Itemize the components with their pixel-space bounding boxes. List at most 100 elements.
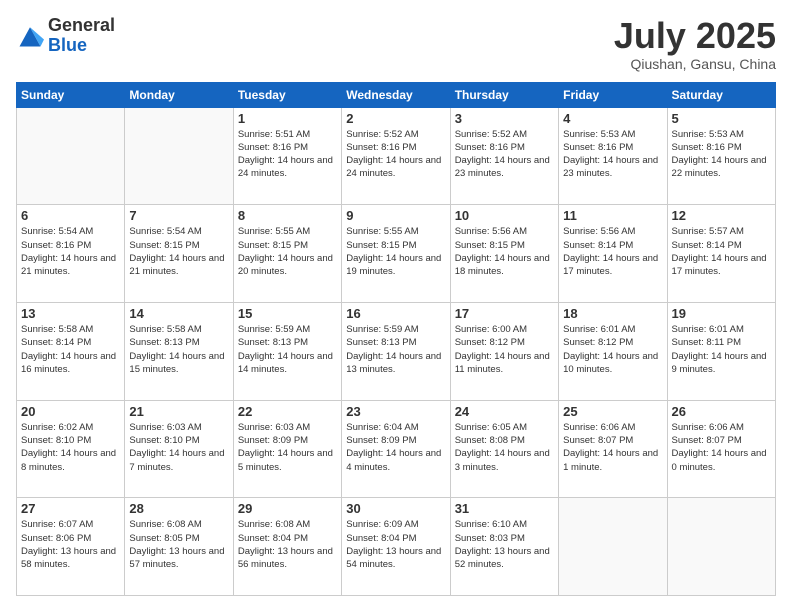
day-info: Sunrise: 6:10 AMSunset: 8:03 PMDaylight:…: [455, 518, 554, 571]
calendar-cell: 7Sunrise: 5:54 AMSunset: 8:15 PMDaylight…: [125, 205, 233, 303]
day-info: Sunrise: 5:59 AMSunset: 8:13 PMDaylight:…: [346, 323, 445, 376]
day-number: 30: [346, 501, 445, 516]
title-block: July 2025 Qiushan, Gansu, China: [614, 16, 776, 72]
day-header-friday: Friday: [559, 82, 667, 107]
day-number: 11: [563, 208, 662, 223]
calendar-page: General Blue July 2025 Qiushan, Gansu, C…: [0, 0, 792, 612]
day-number: 15: [238, 306, 337, 321]
day-info: Sunrise: 5:53 AMSunset: 8:16 PMDaylight:…: [672, 128, 771, 181]
day-number: 25: [563, 404, 662, 419]
logo-text: General Blue: [48, 16, 115, 56]
calendar-cell: 25 Sunrise: 6:06 AMSunset: 8:07 PMDayligh…: [559, 400, 667, 498]
calendar-cell: 19 Sunrise: 6:01 AMSunset: 8:11 PMDayligh…: [667, 302, 775, 400]
day-info: Sunrise: 5:56 AMSunset: 8:14 PMDaylight:…: [563, 225, 662, 278]
day-info: Sunrise: 6:05 AMSunset: 8:08 PMDaylight:…: [455, 421, 554, 474]
day-info: Sunrise: 6:06 AMSunset: 8:07 PMDaylight:…: [563, 421, 662, 474]
day-info: Sunrise: 6:04 AMSunset: 8:09 PMDaylight:…: [346, 421, 445, 474]
header: General Blue July 2025 Qiushan, Gansu, C…: [16, 16, 776, 72]
day-info: Sunrise: 6:07 AMSunset: 8:06 PMDaylight:…: [21, 518, 120, 571]
day-number: 6: [21, 208, 120, 223]
day-info: Sunrise: 5:51 AMSunset: 8:16 PMDaylight:…: [238, 128, 337, 181]
calendar-cell: 31 Sunrise: 6:10 AMSunset: 8:03 PMDayligh…: [450, 498, 558, 596]
day-info: Sunrise: 5:54 AMSunset: 8:15 PMDaylight:…: [129, 225, 228, 278]
day-number: 22: [238, 404, 337, 419]
day-header-tuesday: Tuesday: [233, 82, 341, 107]
calendar-cell: 10 Sunrise: 5:56 AMSunset: 8:15 PMDayligh…: [450, 205, 558, 303]
day-info: Sunrise: 6:00 AMSunset: 8:12 PMDaylight:…: [455, 323, 554, 376]
day-info: Sunrise: 6:08 AMSunset: 8:05 PMDaylight:…: [129, 518, 228, 571]
day-info: Sunrise: 6:02 AMSunset: 8:10 PMDaylight:…: [21, 421, 120, 474]
day-number: 1: [238, 111, 337, 126]
calendar-week-1: 1 Sunrise: 5:51 AMSunset: 8:16 PMDaylight…: [17, 107, 776, 205]
calendar-cell: 18 Sunrise: 6:01 AMSunset: 8:12 PMDayligh…: [559, 302, 667, 400]
day-number: 3: [455, 111, 554, 126]
day-number: 19: [672, 306, 771, 321]
calendar-cell: [667, 498, 775, 596]
day-info: Sunrise: 5:52 AMSunset: 8:16 PMDaylight:…: [346, 128, 445, 181]
calendar-cell: 29Sunrise: 6:08 AMSunset: 8:04 PMDayligh…: [233, 498, 341, 596]
logo: General Blue: [16, 16, 115, 56]
calendar-cell: 6 Sunrise: 5:54 AMSunset: 8:16 PMDaylight…: [17, 205, 125, 303]
calendar-week-3: 13 Sunrise: 5:58 AMSunset: 8:14 PMDayligh…: [17, 302, 776, 400]
day-number: 20: [21, 404, 120, 419]
day-info: Sunrise: 6:01 AMSunset: 8:11 PMDaylight:…: [672, 323, 771, 376]
day-number: 2: [346, 111, 445, 126]
day-info: Sunrise: 5:56 AMSunset: 8:15 PMDaylight:…: [455, 225, 554, 278]
day-info: Sunrise: 6:01 AMSunset: 8:12 PMDaylight:…: [563, 323, 662, 376]
day-info: Sunrise: 5:55 AMSunset: 8:15 PMDaylight:…: [238, 225, 337, 278]
calendar-cell: 23Sunrise: 6:04 AMSunset: 8:09 PMDayligh…: [342, 400, 450, 498]
calendar-cell: 17 Sunrise: 6:00 AMSunset: 8:12 PMDayligh…: [450, 302, 558, 400]
day-info: Sunrise: 6:03 AMSunset: 8:09 PMDaylight:…: [238, 421, 337, 474]
calendar-cell: [125, 107, 233, 205]
day-number: 16: [346, 306, 445, 321]
day-info: Sunrise: 6:06 AMSunset: 8:07 PMDaylight:…: [672, 421, 771, 474]
day-number: 13: [21, 306, 120, 321]
calendar-cell: 28 Sunrise: 6:08 AMSunset: 8:05 PMDayligh…: [125, 498, 233, 596]
day-number: 21: [129, 404, 228, 419]
day-number: 18: [563, 306, 662, 321]
logo-blue: Blue: [48, 36, 115, 56]
day-number: 9: [346, 208, 445, 223]
calendar-header-row: SundayMondayTuesdayWednesdayThursdayFrid…: [17, 82, 776, 107]
month-title: July 2025: [614, 16, 776, 56]
day-number: 29: [238, 501, 337, 516]
calendar-table: SundayMondayTuesdayWednesdayThursdayFrid…: [16, 82, 776, 596]
calendar-cell: 5 Sunrise: 5:53 AMSunset: 8:16 PMDaylight…: [667, 107, 775, 205]
day-info: Sunrise: 5:52 AMSunset: 8:16 PMDaylight:…: [455, 128, 554, 181]
calendar-cell: 4Sunrise: 5:53 AMSunset: 8:16 PMDaylight…: [559, 107, 667, 205]
calendar-cell: 21 Sunrise: 6:03 AMSunset: 8:10 PMDayligh…: [125, 400, 233, 498]
day-info: Sunrise: 5:59 AMSunset: 8:13 PMDaylight:…: [238, 323, 337, 376]
calendar-cell: 3 Sunrise: 5:52 AMSunset: 8:16 PMDaylight…: [450, 107, 558, 205]
day-number: 28: [129, 501, 228, 516]
day-info: Sunrise: 6:03 AMSunset: 8:10 PMDaylight:…: [129, 421, 228, 474]
logo-icon: [16, 22, 44, 50]
day-number: 10: [455, 208, 554, 223]
day-info: Sunrise: 5:53 AMSunset: 8:16 PMDaylight:…: [563, 128, 662, 181]
calendar-cell: 15 Sunrise: 5:59 AMSunset: 8:13 PMDayligh…: [233, 302, 341, 400]
day-number: 8: [238, 208, 337, 223]
day-info: Sunrise: 5:58 AMSunset: 8:13 PMDaylight:…: [129, 323, 228, 376]
calendar-cell: 12 Sunrise: 5:57 AMSunset: 8:14 PMDayligh…: [667, 205, 775, 303]
day-number: 12: [672, 208, 771, 223]
day-number: 17: [455, 306, 554, 321]
calendar-cell: 20 Sunrise: 6:02 AMSunset: 8:10 PMDayligh…: [17, 400, 125, 498]
calendar-cell: 14Sunrise: 5:58 AMSunset: 8:13 PMDayligh…: [125, 302, 233, 400]
day-info: Sunrise: 6:09 AMSunset: 8:04 PMDaylight:…: [346, 518, 445, 571]
day-number: 31: [455, 501, 554, 516]
day-info: Sunrise: 5:58 AMSunset: 8:14 PMDaylight:…: [21, 323, 120, 376]
calendar-cell: 16 Sunrise: 5:59 AMSunset: 8:13 PMDayligh…: [342, 302, 450, 400]
calendar-week-2: 6 Sunrise: 5:54 AMSunset: 8:16 PMDaylight…: [17, 205, 776, 303]
calendar-cell: 30 Sunrise: 6:09 AMSunset: 8:04 PMDayligh…: [342, 498, 450, 596]
calendar-week-5: 27Sunrise: 6:07 AMSunset: 8:06 PMDayligh…: [17, 498, 776, 596]
calendar-cell: 24Sunrise: 6:05 AMSunset: 8:08 PMDayligh…: [450, 400, 558, 498]
day-info: Sunrise: 5:54 AMSunset: 8:16 PMDaylight:…: [21, 225, 120, 278]
day-number: 5: [672, 111, 771, 126]
calendar-cell: 22 Sunrise: 6:03 AMSunset: 8:09 PMDayligh…: [233, 400, 341, 498]
day-header-thursday: Thursday: [450, 82, 558, 107]
calendar-cell: 8 Sunrise: 5:55 AMSunset: 8:15 PMDaylight…: [233, 205, 341, 303]
calendar-cell: [559, 498, 667, 596]
calendar-cell: [17, 107, 125, 205]
calendar-week-4: 20 Sunrise: 6:02 AMSunset: 8:10 PMDayligh…: [17, 400, 776, 498]
calendar-cell: 27Sunrise: 6:07 AMSunset: 8:06 PMDayligh…: [17, 498, 125, 596]
day-info: Sunrise: 5:57 AMSunset: 8:14 PMDaylight:…: [672, 225, 771, 278]
